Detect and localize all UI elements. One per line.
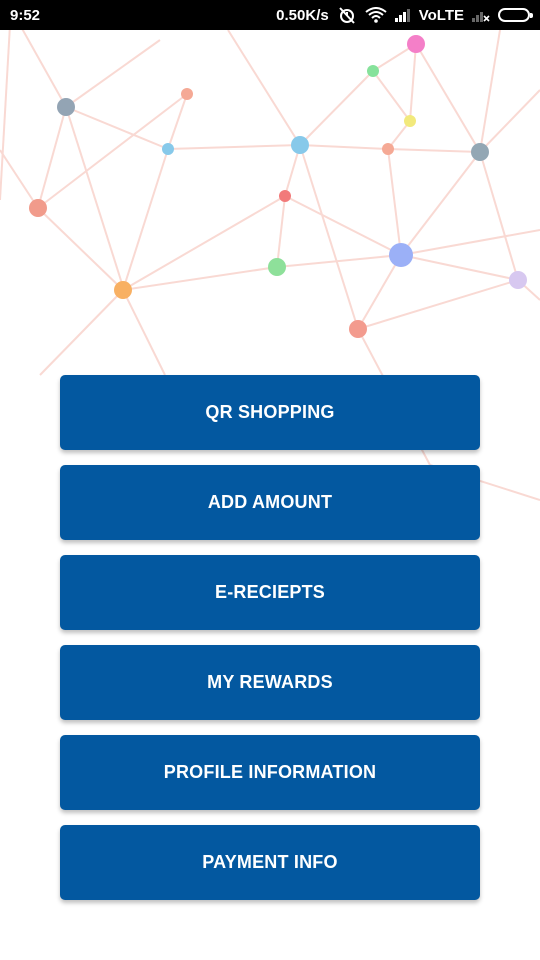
network-type: VoLTE <box>418 6 464 24</box>
status-bar: 9:52 0.50K/s VoLTE <box>0 0 540 30</box>
qr-shopping-button[interactable]: QR SHOPPING <box>60 375 480 450</box>
status-time: 9:52 <box>10 6 41 24</box>
no-signal-icon <box>472 8 490 22</box>
main-menu: QR SHOPPING ADD AMOUNT E-RECIEPTS MY REW… <box>60 375 480 915</box>
status-right: 0.50K/s VoLTE <box>276 6 533 24</box>
payment-info-button[interactable]: PAYMENT INFO <box>60 825 480 900</box>
wifi-icon <box>365 7 387 23</box>
e-receipts-button[interactable]: E-RECIEPTS <box>60 555 480 630</box>
battery-icon <box>498 8 533 22</box>
status-left: 9:52 <box>10 7 40 24</box>
add-amount-button[interactable]: ADD AMOUNT <box>60 465 480 540</box>
my-rewards-button[interactable]: MY REWARDS <box>60 645 480 720</box>
network-speed: 0.50K/s <box>276 6 329 24</box>
alarm-off-icon <box>337 6 357 24</box>
profile-information-button[interactable]: PROFILE INFORMATION <box>60 735 480 810</box>
signal-icon <box>394 8 411 22</box>
